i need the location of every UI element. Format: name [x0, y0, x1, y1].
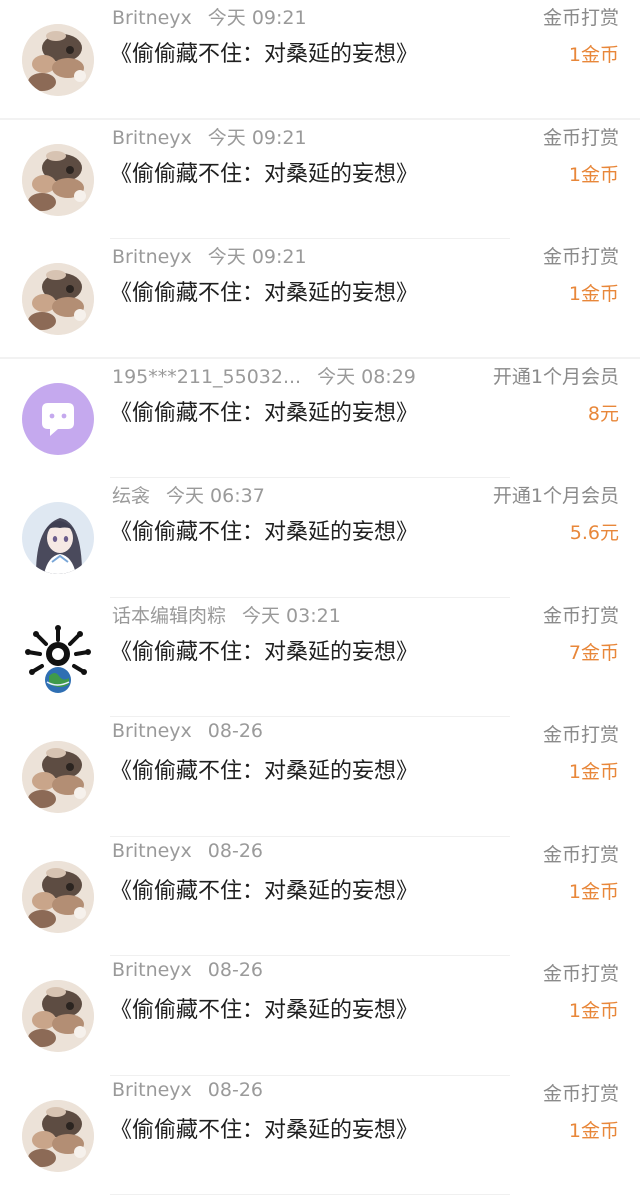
username: 话本编辑肉粽: [112, 605, 226, 627]
username: Britneyx: [112, 1079, 192, 1101]
book-title: 《偷偷藏不住：对桑延的妄想》: [110, 514, 418, 546]
avatar[interactable]: [22, 861, 94, 933]
avatar[interactable]: [22, 1100, 94, 1172]
chat-bubble-avatar-icon: [22, 383, 94, 455]
transaction-type: 开通1个月会员: [493, 481, 619, 508]
timestamp: 08-26: [208, 959, 263, 981]
transaction-type: 金币打赏: [543, 123, 619, 150]
username-line: Britneyx 今天 09:21: [112, 242, 307, 269]
list-item[interactable]: 纭衾今天 06:37 《偷偷藏不住：对桑延的妄想》 开通1个月会员 5.6元: [0, 478, 640, 598]
cat-avatar-icon: [22, 980, 94, 1052]
transaction-amount: 7金币: [569, 638, 619, 665]
book-title: 《偷偷藏不住：对桑延的妄想》: [110, 992, 418, 1024]
username: Britneyx: [112, 246, 192, 268]
username: Britneyx: [112, 127, 192, 149]
username-line: 话本编辑肉粽今天 03:21: [112, 601, 341, 628]
username-line: Britneyx 今天 09:21: [112, 123, 307, 150]
cat-avatar-icon: [22, 741, 94, 813]
timestamp: 08-26: [208, 840, 263, 862]
username-line: Britneyx 今天 09:21: [112, 3, 307, 30]
timestamp: 今天 09:21: [208, 7, 307, 29]
list-item[interactable]: 195***211_55032... 今天 08:29 《偷偷藏不住：对桑延的妄想…: [0, 359, 640, 479]
avatar[interactable]: [22, 24, 94, 96]
transaction-type: 金币打赏: [543, 720, 619, 747]
list-item[interactable]: Britneyx 今天 09:21 《偷偷藏不住：对桑延的妄想》 金币打赏 1金币: [0, 0, 640, 120]
username-line: Britneyx 08-26: [112, 840, 263, 862]
avatar[interactable]: [22, 263, 94, 335]
transaction-type: 金币打赏: [543, 242, 619, 269]
timestamp: 08-26: [208, 720, 263, 742]
book-title: 《偷偷藏不住：对桑延的妄想》: [110, 873, 418, 905]
timestamp: 08-26: [208, 1079, 263, 1101]
list-item[interactable]: Britneyx 08-26 《偷偷藏不住：对桑延的妄想》 金币打赏 1金币: [0, 956, 640, 1076]
timestamp: 今天 09:21: [208, 246, 307, 268]
book-title: 《偷偷藏不住：对桑延的妄想》: [110, 395, 418, 427]
transaction-type: 开通1个月会员: [493, 362, 619, 389]
transaction-type: 金币打赏: [543, 959, 619, 986]
timestamp: 今天 08:29: [317, 366, 416, 388]
book-title: 《偷偷藏不住：对桑延的妄想》: [110, 36, 418, 68]
transaction-amount: 1金币: [569, 757, 619, 784]
book-title: 《偷偷藏不住：对桑延的妄想》: [110, 634, 418, 666]
timestamp: 今天 06:37: [166, 485, 265, 507]
avatar[interactable]: [22, 502, 94, 574]
username-line: Britneyx 08-26: [112, 720, 263, 742]
transaction-amount: 1金币: [569, 40, 619, 67]
transaction-list: Britneyx 今天 09:21 《偷偷藏不住：对桑延的妄想》 金币打赏 1金币…: [0, 0, 640, 1146]
cat-avatar-icon: [22, 861, 94, 933]
list-item[interactable]: Britneyx 08-26 《偷偷藏不住：对桑延的妄想》 金币打赏 1金币: [0, 837, 640, 957]
transaction-amount: 1金币: [569, 877, 619, 904]
transaction-amount: 1金币: [569, 160, 619, 187]
username-line: 纭衾今天 06:37: [112, 481, 265, 508]
transaction-amount: 1金币: [569, 279, 619, 306]
anime-girl-avatar-icon: [22, 502, 94, 574]
book-title: 《偷偷藏不住：对桑延的妄想》: [110, 753, 418, 785]
username: Britneyx: [112, 959, 192, 981]
username: Britneyx: [112, 720, 192, 742]
cat-avatar-icon: [22, 263, 94, 335]
list-item[interactable]: Britneyx 08-26 《偷偷藏不住：对桑延的妄想》 金币打赏 1金币: [0, 1076, 640, 1195]
book-title: 《偷偷藏不住：对桑延的妄想》: [110, 275, 418, 307]
book-title: 《偷偷藏不住：对桑延的妄想》: [110, 1112, 418, 1144]
transaction-type: 金币打赏: [543, 1079, 619, 1106]
username: Britneyx: [112, 840, 192, 862]
transaction-amount: 5.6元: [570, 518, 619, 545]
transaction-amount: 1金币: [569, 996, 619, 1023]
cat-avatar-icon: [22, 1100, 94, 1172]
list-item[interactable]: Britneyx 08-26 《偷偷藏不住：对桑延的妄想》 金币打赏 1金币: [0, 717, 640, 837]
avatar[interactable]: [22, 980, 94, 1052]
avatar[interactable]: [22, 383, 94, 455]
timestamp: 今天 03:21: [242, 605, 341, 627]
list-item[interactable]: Britneyx 今天 09:21 《偷偷藏不住：对桑延的妄想》 金币打赏 1金币: [0, 239, 640, 359]
avatar[interactable]: [22, 622, 94, 694]
transaction-type: 金币打赏: [543, 840, 619, 867]
list-item[interactable]: Britneyx 今天 09:21 《偷偷藏不住：对桑延的妄想》 金币打赏 1金币: [0, 120, 640, 240]
avatar[interactable]: [22, 741, 94, 813]
transaction-type: 金币打赏: [543, 3, 619, 30]
username: 195***211_55032...: [112, 366, 301, 388]
avatar[interactable]: [22, 144, 94, 216]
transaction-amount: 1金币: [569, 1116, 619, 1143]
cat-avatar-icon: [22, 24, 94, 96]
transaction-amount: 8元: [588, 399, 619, 426]
username: Britneyx: [112, 7, 192, 29]
transaction-type: 金币打赏: [543, 601, 619, 628]
globe-bones-avatar-icon: [22, 622, 94, 694]
timestamp: 今天 09:21: [208, 127, 307, 149]
cat-avatar-icon: [22, 144, 94, 216]
username-line: 195***211_55032... 今天 08:29: [112, 362, 416, 389]
list-item[interactable]: 话本编辑肉粽今天 03:21 《偷偷藏不住：对桑延的妄想》 金币打赏 7金币: [0, 598, 640, 718]
username-line: Britneyx 08-26: [112, 1079, 263, 1101]
book-title: 《偷偷藏不住：对桑延的妄想》: [110, 156, 418, 188]
username: 纭衾: [112, 485, 150, 507]
username-line: Britneyx 08-26: [112, 959, 263, 981]
